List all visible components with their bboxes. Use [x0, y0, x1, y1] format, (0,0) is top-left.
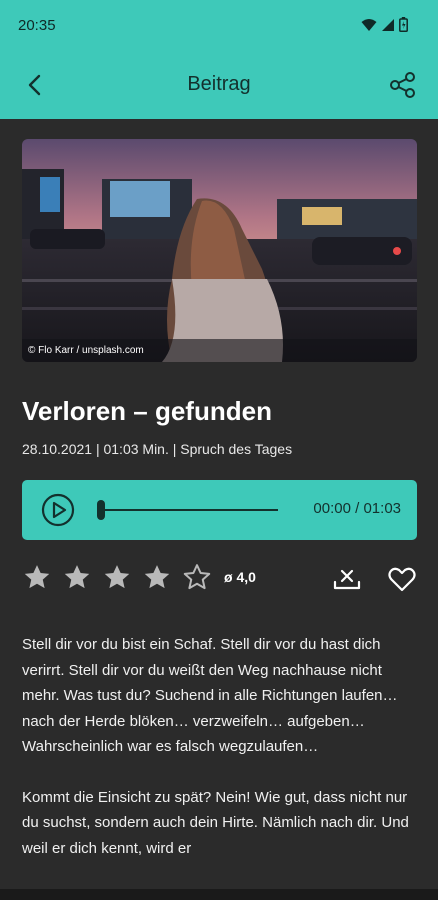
star-icon[interactable]: [62, 562, 92, 592]
body-paragraph: Kommt die Einsicht zu spät? Nein! Wie gu…: [22, 788, 409, 857]
post-title: Verloren – gefunden: [22, 396, 272, 426]
remove-download-button[interactable]: [332, 566, 362, 594]
body-paragraph: Stell dir vor du bist ein Schaf. Stell d…: [22, 636, 398, 755]
status-bar: 20:35: [0, 0, 438, 52]
status-time: 20:35: [18, 17, 56, 34]
star-icon[interactable]: [102, 562, 132, 592]
star-outline-icon[interactable]: [182, 562, 212, 592]
share-icon: [388, 72, 418, 104]
rating-stars: ø 4,0: [22, 562, 256, 592]
share-button[interactable]: [388, 70, 418, 100]
hero-image: © Flo Karr / unsplash.com: [22, 139, 417, 362]
app-bar: Beitrag: [0, 52, 438, 119]
star-icon[interactable]: [22, 562, 52, 592]
status-icons: [361, 17, 408, 36]
image-credit: © Flo Karr / unsplash.com: [28, 345, 144, 356]
audio-player: 00:00 / 01:03: [22, 480, 417, 540]
favorite-button[interactable]: [387, 565, 417, 593]
heart-icon: [387, 567, 417, 597]
signal-icon: [381, 17, 395, 36]
progress-track[interactable]: [100, 509, 278, 511]
play-button[interactable]: [40, 492, 76, 528]
remove-download-icon: [332, 569, 362, 598]
progress-handle[interactable]: [97, 500, 105, 520]
post-meta: 28.10.2021 | 01:03 Min. | Spruch des Tag…: [22, 441, 293, 457]
page-title: Beitrag: [187, 73, 251, 95]
wifi-icon: [361, 17, 377, 36]
battery-icon: [399, 17, 408, 36]
navigation-divider: [0, 886, 438, 889]
play-icon: [40, 493, 76, 532]
star-icon[interactable]: [142, 562, 172, 592]
hero-photo: [22, 139, 417, 362]
post-body: Stell dir vor du bist ein Schaf. Stell d…: [22, 632, 422, 886]
system-navigation-bar: [0, 886, 438, 900]
rating-average: ø 4,0: [224, 569, 256, 585]
playback-time: 00:00 / 01:03: [313, 500, 401, 517]
